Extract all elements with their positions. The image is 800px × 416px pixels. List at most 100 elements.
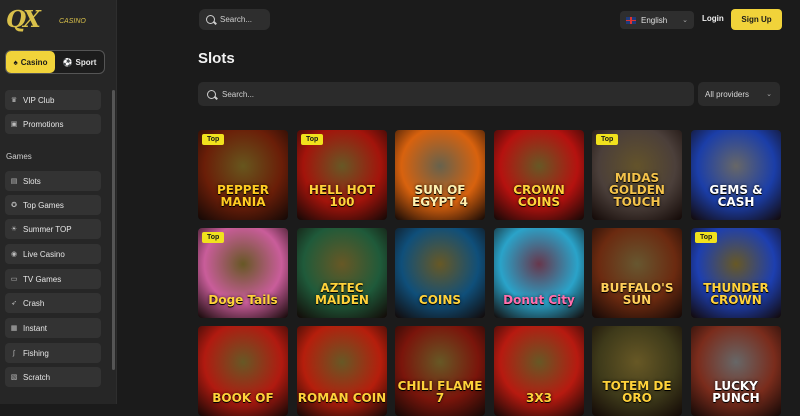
- game-title: BUFFALO'S SUN: [600, 281, 674, 307]
- header-search[interactable]: Search...: [199, 9, 270, 30]
- sidebar: QX CASINO ♠ Casino ⚽ Sport ♛ VIP Club ▣ …: [0, 0, 117, 404]
- sidebar-item-tv-games[interactable]: ▭ TV Games: [5, 269, 101, 289]
- game-tile[interactable]: BOOK OF: [198, 326, 288, 416]
- crown-icon: ♛: [10, 97, 18, 104]
- logo-subtitle: CASINO: [59, 18, 86, 25]
- live-icon: ◉: [10, 251, 18, 258]
- sidebar-item-instant[interactable]: ▦ Instant: [5, 318, 101, 338]
- sidebar-item-label: Instant: [23, 323, 48, 333]
- product-switch: ♠ Casino ⚽ Sport: [5, 50, 105, 74]
- game-title: MIDAS GOLDEN TOUCH: [609, 171, 665, 209]
- game-title: HELL HOT 100: [308, 183, 376, 209]
- game-tile[interactable]: ROMAN COIN: [297, 326, 387, 416]
- game-title: THUNDER CROWN: [703, 281, 769, 307]
- page-title: Slots: [198, 50, 235, 67]
- game-tile[interactable]: GEMS & CASH: [691, 130, 781, 220]
- game-tile[interactable]: Top HELL HOT 100: [297, 130, 387, 220]
- game-tile[interactable]: COINS: [395, 228, 485, 318]
- game-search-placeholder: Search...: [222, 89, 255, 99]
- game-tile[interactable]: TOTEM DE ORO: [592, 326, 682, 416]
- game-title: Donut City: [503, 293, 575, 307]
- game-title: CROWN COINS: [513, 183, 565, 209]
- sport-tab[interactable]: ⚽ Sport: [55, 51, 104, 73]
- sidebar-item-label: TV Games: [23, 274, 62, 284]
- ball-icon: ⚽: [62, 57, 73, 67]
- section-games-label: Games: [6, 152, 32, 161]
- uk-flag-icon: [626, 16, 636, 24]
- chevron-down-icon: ⌄: [682, 17, 688, 24]
- sidebar-item-summer-top[interactable]: ☀ Summer TOP: [5, 219, 101, 239]
- language-select[interactable]: English ⌄: [620, 11, 694, 29]
- sidebar-item-label: Top Games: [23, 200, 64, 210]
- sidebar-item-top-games[interactable]: ✪ Top Games: [5, 195, 101, 215]
- top-bar: Search... English ⌄ Login Sign Up: [117, 0, 800, 40]
- search-icon: [206, 15, 215, 24]
- sidebar-item-vip-club[interactable]: ♛ VIP Club: [5, 90, 101, 110]
- logo[interactable]: QX CASINO: [6, 6, 96, 34]
- sun-icon: ☀: [10, 226, 18, 233]
- gift-icon: ▣: [10, 121, 18, 128]
- game-title: TOTEM DE ORO: [602, 379, 672, 405]
- game-tile[interactable]: AZTEC MAIDEN: [297, 228, 387, 318]
- game-tile[interactable]: SUN OF EGYPT 4: [395, 130, 485, 220]
- sidebar-item-scratch[interactable]: ▧ Scratch: [5, 367, 101, 387]
- sidebar-item-label: VIP Club: [23, 95, 55, 105]
- game-tile[interactable]: Top Doge Tails: [198, 228, 288, 318]
- game-title: 3X3: [526, 391, 552, 405]
- game-tile[interactable]: BUFFALO'S SUN: [592, 228, 682, 318]
- header-search-placeholder: Search...: [220, 15, 253, 24]
- top-badge: Top: [596, 134, 619, 145]
- rocket-icon: ➶: [11, 300, 17, 307]
- sidebar-item-label: Crash: [23, 298, 45, 308]
- sidebar-item-promotions[interactable]: ▣ Promotions: [5, 114, 101, 134]
- game-tile[interactable]: 3X3: [494, 326, 584, 416]
- game-title: CHILI FLAME 7: [397, 379, 483, 405]
- game-tile[interactable]: Top MIDAS GOLDEN TOUCH: [592, 130, 682, 220]
- sidebar-item-crash[interactable]: ➶ Crash: [5, 293, 101, 313]
- sidebar-item-label: Scratch: [23, 372, 51, 382]
- game-title: PEPPER MANIA: [216, 183, 270, 209]
- game-title: AZTEC MAIDEN: [315, 281, 369, 307]
- slot-icon: ▤: [10, 178, 18, 185]
- game-tile[interactable]: Top PEPPER MANIA: [198, 130, 288, 220]
- providers-label: All providers: [705, 89, 750, 99]
- sidebar-item-fishing[interactable]: ∫ Fishing: [5, 343, 101, 363]
- chevron-down-icon: ⌄: [766, 91, 772, 98]
- casino-tab[interactable]: ♠ Casino: [6, 51, 55, 73]
- game-search-input[interactable]: Search...: [198, 82, 694, 106]
- sidebar-item-label: Slots: [23, 176, 41, 186]
- bolt-icon: ▦: [10, 325, 18, 332]
- game-title: SUN OF EGYPT 4: [412, 183, 468, 209]
- game-title: Doge Tails: [208, 293, 278, 307]
- search-icon: [207, 89, 216, 99]
- spade-icon: ♠: [13, 57, 18, 67]
- sidebar-item-live-casino[interactable]: ◉ Live Casino: [5, 244, 101, 264]
- logo-mark: QX: [6, 6, 41, 33]
- game-tile[interactable]: Donut City: [494, 228, 584, 318]
- game-title: LUCKY PUNCH: [712, 379, 760, 405]
- login-button[interactable]: Login: [702, 14, 724, 23]
- game-tile[interactable]: LUCKY PUNCH: [691, 326, 781, 416]
- fish-icon: ∫: [13, 349, 15, 357]
- game-tile[interactable]: CHILI FLAME 7: [395, 326, 485, 416]
- casino-tab-label: Casino: [20, 57, 48, 67]
- game-title: GEMS & CASH: [709, 183, 763, 209]
- tv-icon: ▭: [10, 276, 18, 283]
- sidebar-item-label: Promotions: [23, 119, 64, 129]
- sidebar-item-label: Fishing: [23, 348, 49, 358]
- sidebar-scrollbar[interactable]: [112, 90, 115, 370]
- game-title: BOOK OF: [212, 391, 274, 405]
- top-badge: Top: [202, 232, 225, 243]
- game-tile[interactable]: Top THUNDER CROWN: [691, 228, 781, 318]
- top-badge: Top: [695, 232, 718, 243]
- sidebar-item-slots[interactable]: ▤ Slots: [5, 171, 101, 191]
- sport-tab-label: Sport: [75, 57, 97, 67]
- signup-button[interactable]: Sign Up: [731, 9, 782, 30]
- scratch-icon: ▧: [10, 374, 18, 381]
- providers-select[interactable]: All providers ⌄: [698, 82, 780, 106]
- game-tile[interactable]: CROWN COINS: [494, 130, 584, 220]
- sidebar-item-label: Live Casino: [23, 249, 65, 259]
- star-icon: ✪: [11, 202, 17, 209]
- sidebar-item-label: Summer TOP: [23, 224, 72, 234]
- language-label: English: [641, 15, 668, 25]
